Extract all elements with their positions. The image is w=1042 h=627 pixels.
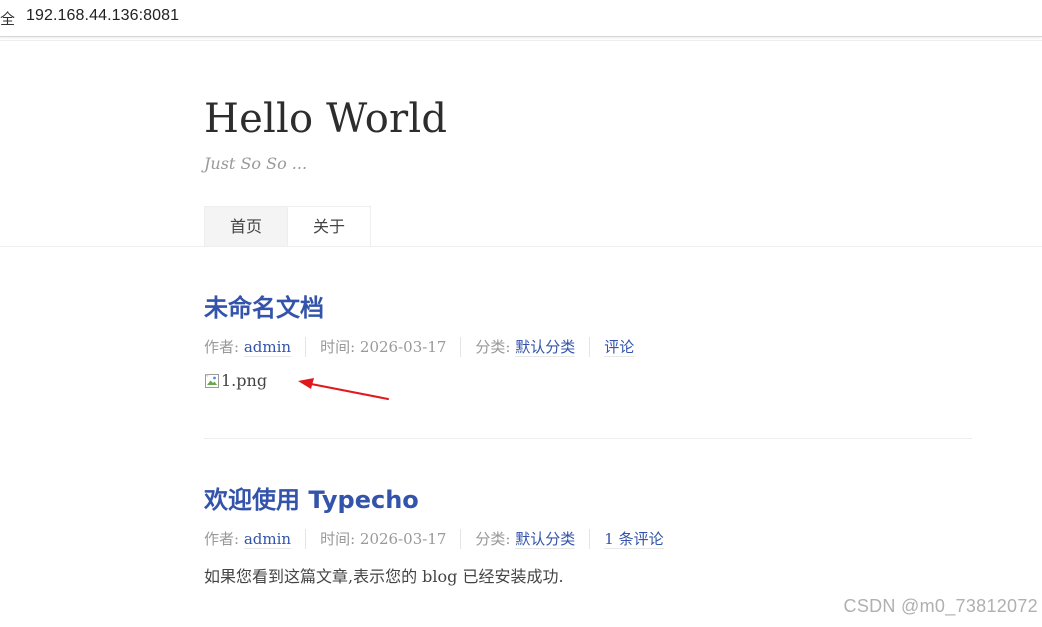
meta-comments: 评论: [604, 337, 648, 357]
post-welcome: 欢迎使用 Typecho 作者: admin 时间: 2026-03-17 分类…: [204, 480, 972, 587]
broken-image-alt: 1.png: [221, 371, 268, 390]
post-meta: 作者: admin 时间: 2026-03-17 分类: 默认分类 1 条评论: [204, 529, 972, 549]
meta-time-value: 2026-03-17: [359, 338, 447, 356]
author-link[interactable]: admin: [243, 530, 292, 549]
author-link[interactable]: admin: [243, 338, 292, 357]
comments-link[interactable]: 1 条评论: [604, 530, 664, 549]
broken-image: 1.png: [204, 371, 267, 390]
browser-address-bar[interactable]: 全 192.168.44.136:8081: [0, 0, 1042, 37]
nav-item-about[interactable]: 关于: [288, 206, 372, 246]
meta-category: 分类: 默认分类: [475, 337, 591, 357]
meta-category-label: 分类:: [475, 338, 511, 356]
post-title[interactable]: 未命名文档: [204, 288, 972, 323]
meta-comments: 1 条评论: [604, 529, 677, 549]
meta-author: 作者: admin: [204, 337, 307, 357]
main-nav: 首页 关于: [204, 206, 372, 246]
site-description: Just So So ...: [204, 154, 308, 173]
meta-author: 作者: admin: [204, 529, 307, 549]
meta-time-label: 时间:: [320, 338, 356, 356]
meta-time-value: 2026-03-17: [359, 530, 447, 548]
post-divider: [204, 438, 972, 439]
nav-item-home[interactable]: 首页: [204, 206, 289, 246]
post-meta: 作者: admin 时间: 2026-03-17 分类: 默认分类 评论: [204, 337, 972, 357]
meta-author-label: 作者:: [204, 530, 240, 548]
annotation-arrow-icon: [298, 378, 389, 400]
header-divider: [0, 246, 1042, 247]
url-field[interactable]: 192.168.44.136:8081: [26, 7, 179, 25]
watermark: CSDN @m0_73812072: [843, 596, 1038, 616]
broken-image-icon: [204, 373, 220, 389]
post-title[interactable]: 欢迎使用 Typecho: [204, 480, 972, 515]
category-link[interactable]: 默认分类: [515, 338, 576, 357]
toolbar-divider: [0, 40, 1042, 41]
meta-time: 时间: 2026-03-17: [320, 529, 462, 549]
post-content: 如果您看到这篇文章,表示您的 blog 已经安装成功.: [204, 567, 564, 586]
meta-author-label: 作者:: [204, 338, 240, 356]
comments-link[interactable]: 评论: [604, 338, 635, 357]
site-title[interactable]: Hello World: [204, 96, 447, 142]
meta-time-label: 时间:: [320, 530, 356, 548]
category-link[interactable]: 默认分类: [515, 530, 576, 549]
security-indicator[interactable]: 全: [0, 8, 15, 29]
meta-category: 分类: 默认分类: [475, 529, 591, 549]
meta-category-label: 分类:: [475, 530, 511, 548]
meta-time: 时间: 2026-03-17: [320, 337, 462, 357]
